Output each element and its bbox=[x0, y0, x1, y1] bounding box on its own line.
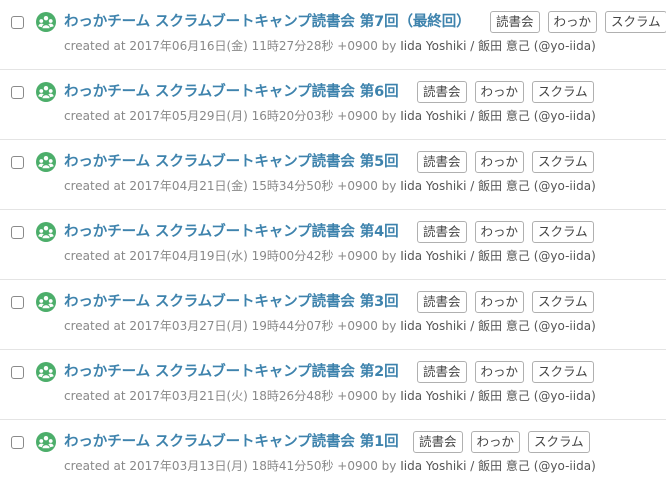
tag-list: 読書会 わっか スクラム bbox=[413, 431, 590, 453]
post-title-link[interactable]: わっかチーム スクラムブートキャンプ読書会 第1回 bbox=[64, 432, 399, 452]
post-meta: created at 2017年06月16日(金) 11時27分28秒 +090… bbox=[64, 38, 596, 54]
tag-scrum[interactable]: スクラム bbox=[532, 291, 594, 313]
tag-wakka[interactable]: わっか bbox=[474, 361, 525, 383]
post-item: わっかチーム スクラムブートキャンプ読書会 第7回（最終回） 読書会 わっか ス… bbox=[0, 0, 666, 70]
post-created-at: created at 2017年06月16日(金) 11時27分28秒 +090… bbox=[64, 39, 397, 53]
team-group-icon bbox=[36, 432, 56, 452]
post-title-link[interactable]: わっかチーム スクラムブートキャンプ読書会 第4回 bbox=[64, 222, 399, 242]
tag-wakka[interactable]: わっか bbox=[470, 431, 521, 453]
team-group-icon bbox=[36, 362, 56, 382]
post-author: Iida Yoshiki / 飯田 意己 (@yo-iida) bbox=[400, 459, 596, 473]
tag-reading-club[interactable]: 読書会 bbox=[417, 81, 467, 103]
tag-reading-club[interactable]: 読書会 bbox=[413, 431, 463, 453]
tag-list: 読書会 わっか スクラム bbox=[417, 361, 594, 383]
post-item: わっかチーム スクラムブートキャンプ読書会 第5回 読書会 わっか スクラム c… bbox=[0, 140, 666, 210]
tag-reading-club[interactable]: 読書会 bbox=[490, 11, 540, 33]
post-author: Iida Yoshiki / 飯田 意己 (@yo-iida) bbox=[400, 249, 596, 263]
tag-scrum[interactable]: スクラム bbox=[532, 151, 594, 173]
post-item: わっかチーム スクラムブートキャンプ読書会 第6回 読書会 わっか スクラム c… bbox=[0, 70, 666, 140]
team-group-icon bbox=[36, 152, 56, 172]
post-meta: created at 2017年05月29日(月) 16時20分03秒 +090… bbox=[64, 108, 596, 124]
team-group-icon bbox=[36, 292, 56, 312]
post-select-checkbox[interactable] bbox=[11, 156, 24, 169]
post-title-link[interactable]: わっかチーム スクラムブートキャンプ読書会 第7回（最終回） bbox=[64, 12, 471, 32]
post-author: Iida Yoshiki / 飯田 意己 (@yo-iida) bbox=[400, 389, 596, 403]
post-select-checkbox[interactable] bbox=[11, 16, 24, 29]
tag-wakka[interactable]: わっか bbox=[474, 151, 525, 173]
tag-wakka[interactable]: わっか bbox=[474, 291, 525, 313]
post-select-checkbox[interactable] bbox=[11, 366, 24, 379]
post-author: Iida Yoshiki / 飯田 意己 (@yo-iida) bbox=[400, 109, 596, 123]
tag-scrum[interactable]: スクラム bbox=[605, 11, 666, 33]
post-author: Iida Yoshiki / 飯田 意己 (@yo-iida) bbox=[400, 179, 596, 193]
tag-reading-club[interactable]: 読書会 bbox=[417, 361, 467, 383]
post-author: Iida Yoshiki / 飯田 意己 (@yo-iida) bbox=[400, 319, 596, 333]
post-created-at: created at 2017年04月21日(金) 15時34分50秒 +090… bbox=[64, 179, 397, 193]
post-title-link[interactable]: わっかチーム スクラムブートキャンプ読書会 第3回 bbox=[64, 292, 399, 312]
post-title-link[interactable]: わっかチーム スクラムブートキャンプ読書会 第5回 bbox=[64, 152, 399, 172]
team-group-icon bbox=[36, 222, 56, 242]
post-created-at: created at 2017年05月29日(月) 16時20分03秒 +090… bbox=[64, 109, 397, 123]
post-list: わっかチーム スクラムブートキャンプ読書会 第7回（最終回） 読書会 わっか ス… bbox=[0, 0, 666, 487]
tag-scrum[interactable]: スクラム bbox=[532, 81, 594, 103]
post-meta: created at 2017年03月27日(月) 19時44分07秒 +090… bbox=[64, 318, 596, 334]
post-created-at: created at 2017年03月21日(火) 18時26分48秒 +090… bbox=[64, 389, 397, 403]
tag-list: 読書会 わっか スクラム bbox=[417, 221, 594, 243]
post-select-checkbox[interactable] bbox=[11, 226, 24, 239]
post-item: わっかチーム スクラムブートキャンプ読書会 第4回 読書会 わっか スクラム c… bbox=[0, 210, 666, 280]
tag-wakka[interactable]: わっか bbox=[474, 221, 525, 243]
tag-reading-club[interactable]: 読書会 bbox=[417, 221, 467, 243]
post-meta: created at 2017年04月19日(水) 19時00分42秒 +090… bbox=[64, 248, 596, 264]
tag-list: 読書会 わっか スクラム bbox=[417, 151, 594, 173]
tag-scrum[interactable]: スクラム bbox=[532, 221, 594, 243]
post-select-checkbox[interactable] bbox=[11, 86, 24, 99]
tag-wakka[interactable]: わっか bbox=[547, 11, 598, 33]
post-item: わっかチーム スクラムブートキャンプ読書会 第3回 読書会 わっか スクラム c… bbox=[0, 280, 666, 350]
post-created-at: created at 2017年03月13日(月) 18時41分50秒 +090… bbox=[64, 459, 397, 473]
post-created-at: created at 2017年03月27日(月) 19時44分07秒 +090… bbox=[64, 319, 397, 333]
post-created-at: created at 2017年04月19日(水) 19時00分42秒 +090… bbox=[64, 249, 397, 263]
team-group-icon bbox=[36, 82, 56, 102]
post-item: わっかチーム スクラムブートキャンプ読書会 第1回 読書会 わっか スクラム c… bbox=[0, 420, 666, 490]
post-title-link[interactable]: わっかチーム スクラムブートキャンプ読書会 第6回 bbox=[64, 82, 399, 102]
post-meta: created at 2017年03月21日(火) 18時26分48秒 +090… bbox=[64, 388, 596, 404]
post-select-checkbox[interactable] bbox=[11, 436, 24, 449]
tag-reading-club[interactable]: 読書会 bbox=[417, 291, 467, 313]
tag-list: 読書会 わっか スクラム bbox=[417, 81, 594, 103]
tag-scrum[interactable]: スクラム bbox=[528, 431, 590, 453]
tag-reading-club[interactable]: 読書会 bbox=[417, 151, 467, 173]
post-item: わっかチーム スクラムブートキャンプ読書会 第2回 読書会 わっか スクラム c… bbox=[0, 350, 666, 420]
post-author: Iida Yoshiki / 飯田 意己 (@yo-iida) bbox=[400, 39, 596, 53]
post-meta: created at 2017年03月13日(月) 18時41分50秒 +090… bbox=[64, 458, 596, 474]
team-group-icon bbox=[36, 12, 56, 32]
tag-wakka[interactable]: わっか bbox=[474, 81, 525, 103]
tag-list: 読書会 わっか スクラム bbox=[490, 11, 666, 33]
tag-scrum[interactable]: スクラム bbox=[532, 361, 594, 383]
post-title-link[interactable]: わっかチーム スクラムブートキャンプ読書会 第2回 bbox=[64, 362, 399, 382]
post-select-checkbox[interactable] bbox=[11, 296, 24, 309]
tag-list: 読書会 わっか スクラム bbox=[417, 291, 594, 313]
post-meta: created at 2017年04月21日(金) 15時34分50秒 +090… bbox=[64, 178, 596, 194]
